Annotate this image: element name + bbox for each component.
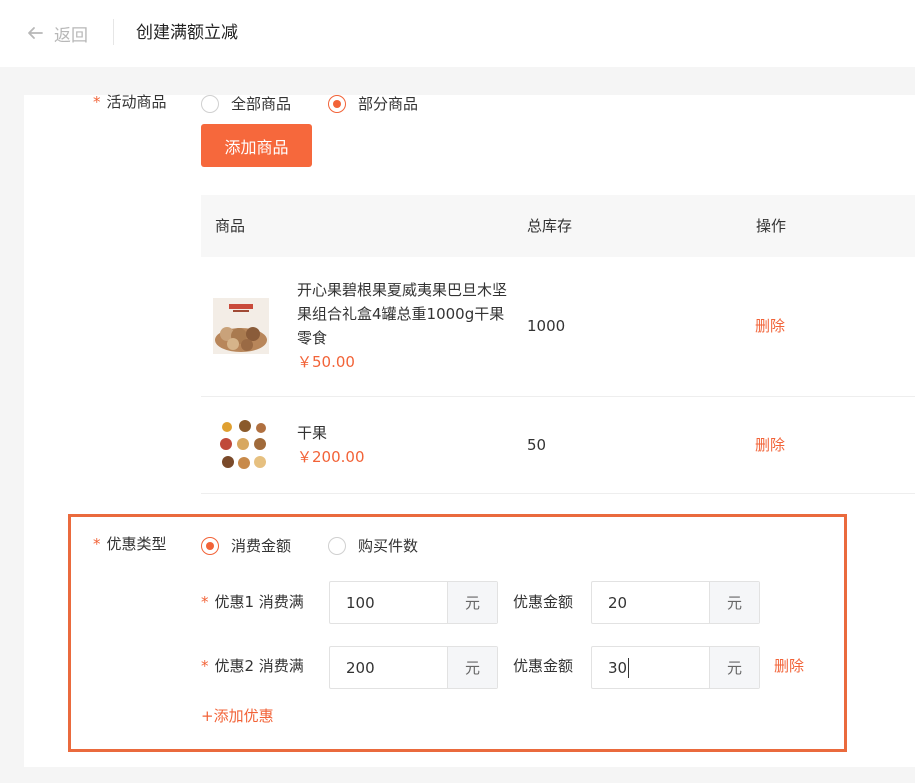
product-stock: 50 xyxy=(527,436,547,454)
column-header-goods: 商品 xyxy=(215,217,246,235)
threshold-input[interactable]: 100 元 xyxy=(329,581,498,624)
discount-section-highlight xyxy=(68,514,847,752)
unit-suffix: 元 xyxy=(709,647,759,688)
text-caret xyxy=(628,657,630,678)
threshold-value: 100 xyxy=(346,593,375,612)
column-header-actions: 操作 xyxy=(756,217,787,235)
product-stock: 1000 xyxy=(527,317,566,335)
unit-suffix: 元 xyxy=(447,582,497,623)
radio-circle xyxy=(201,94,219,113)
row-divider xyxy=(201,493,915,494)
product-price: ￥50.00 xyxy=(297,353,355,371)
delete-tier-link[interactable]: 删除 xyxy=(774,655,804,677)
page-title: 创建满额立减 xyxy=(136,23,238,43)
product-name: 干果 xyxy=(297,424,328,442)
back-label: 返回 xyxy=(54,25,88,46)
radio-label: 全部商品 xyxy=(231,95,292,113)
goods-field-label: * 活动商品 xyxy=(93,93,167,111)
radio-label: 部分商品 xyxy=(358,95,419,113)
back-button[interactable]: 返回 xyxy=(26,20,88,46)
radio-label: 消费金额 xyxy=(231,537,292,555)
required-mark: * xyxy=(93,535,101,553)
delete-product-link[interactable]: 删除 xyxy=(755,434,785,456)
threshold-input[interactable]: 200 元 xyxy=(329,646,498,689)
radio-circle-selected xyxy=(328,94,346,113)
radio-purchase-count[interactable]: 购买件数 xyxy=(328,535,418,556)
product-thumbnail xyxy=(215,417,271,473)
threshold-value: 200 xyxy=(346,658,375,677)
table-header: 商品 总库存 操作 xyxy=(201,195,915,257)
required-mark: * xyxy=(201,593,209,611)
radio-circle-selected xyxy=(201,536,219,555)
product-thumbnail xyxy=(213,298,269,354)
page-header: 返回 创建满额立减 xyxy=(0,0,915,67)
header-divider xyxy=(113,19,114,45)
column-header-stock: 总库存 xyxy=(527,217,573,235)
product-price: ￥200.00 xyxy=(297,448,365,466)
unit-suffix: 元 xyxy=(709,582,759,623)
tier-label: * 优惠1 消费满 xyxy=(201,593,304,611)
discount-type-label: * 优惠类型 xyxy=(93,535,167,553)
radio-partial-goods[interactable]: 部分商品 xyxy=(328,93,418,114)
amount-label: 优惠金额 xyxy=(513,593,574,611)
product-name: 开心果碧根果夏威夷果巴旦木坚果组合礼盒4罐总重1000g干果零食 xyxy=(297,281,508,347)
row-divider xyxy=(201,396,915,397)
radio-all-goods[interactable]: 全部商品 xyxy=(201,93,291,114)
radio-label: 购买件数 xyxy=(358,537,419,555)
amount-value: 30 xyxy=(608,658,628,677)
amount-value-wrapper: 30 xyxy=(592,647,709,688)
add-discount-link[interactable]: +添加优惠 xyxy=(201,706,274,726)
arrow-left-icon xyxy=(28,27,43,39)
required-mark: * xyxy=(201,657,209,675)
radio-circle xyxy=(328,536,346,555)
unit-suffix: 元 xyxy=(447,647,497,688)
delete-product-link[interactable]: 删除 xyxy=(755,315,785,337)
discount-amount-input[interactable]: 20 元 xyxy=(591,581,760,624)
required-mark: * xyxy=(93,93,101,111)
amount-value: 20 xyxy=(608,593,628,612)
tier-label: * 优惠2 消费满 xyxy=(201,657,304,675)
radio-spend-amount[interactable]: 消费金额 xyxy=(201,535,291,556)
amount-label: 优惠金额 xyxy=(513,657,574,675)
discount-amount-input[interactable]: 30 元 xyxy=(591,646,760,689)
add-goods-button[interactable]: 添加商品 xyxy=(201,124,312,167)
